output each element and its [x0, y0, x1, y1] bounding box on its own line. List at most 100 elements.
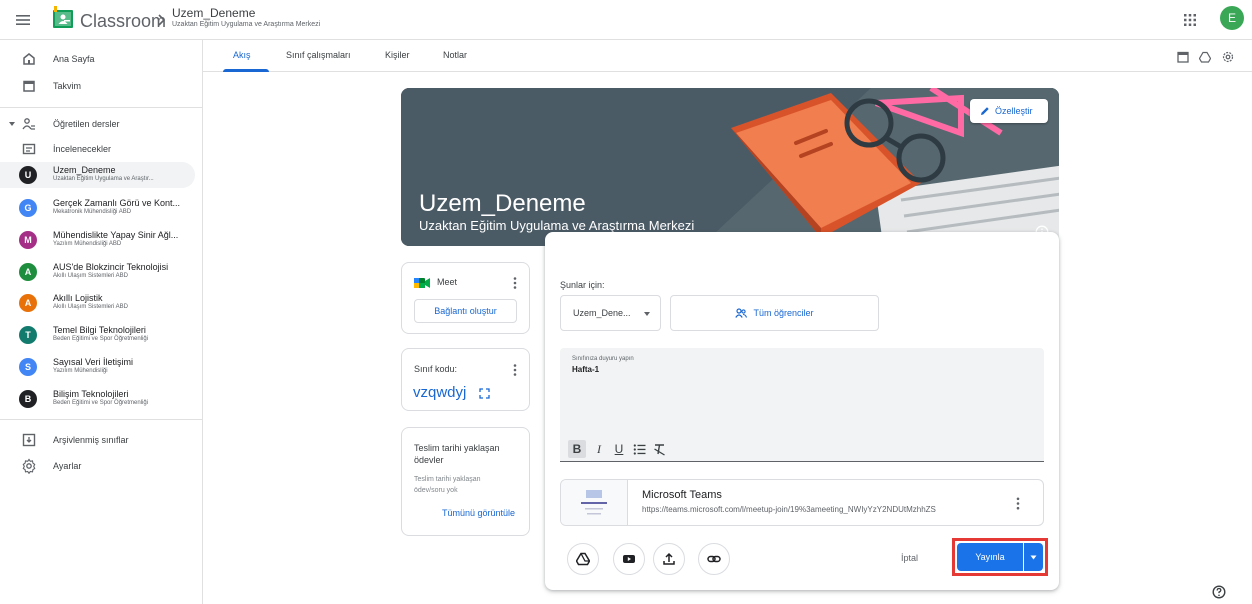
announcement-composer: Şunlar için: Uzem_Dene... Tüm öğrenciler…: [545, 232, 1059, 590]
sidebar-item-home[interactable]: Ana Sayfa: [0, 45, 195, 73]
attachment-card[interactable]: Microsoft Teams https://teams.microsoft.…: [560, 479, 1044, 526]
customize-button[interactable]: Özelleştir: [970, 99, 1048, 123]
sidebar-course-item[interactable]: A AUS'de Blokzincir Teknolojisi Akıllı U…: [0, 259, 195, 285]
sidebar-item-settings[interactable]: Ayarlar: [0, 452, 195, 480]
active-tab-indicator: [223, 69, 269, 72]
upcoming-card: Teslim tarihi yaklaşan ödevler Teslim ta…: [401, 427, 530, 536]
account-avatar[interactable]: E: [1220, 6, 1244, 30]
tab-stream[interactable]: Akış: [233, 50, 251, 60]
underline-button[interactable]: U: [612, 440, 626, 458]
clear-formatting-icon[interactable]: [653, 443, 666, 456]
sidebar-item-archived[interactable]: Arşivlenmiş sınıflar: [0, 426, 195, 454]
add-drive-button[interactable]: [567, 543, 599, 575]
create-link-button[interactable]: Bağlantı oluştur: [414, 299, 517, 323]
more-vert-icon[interactable]: [513, 364, 517, 376]
sidebar-item-calendar[interactable]: Takvim: [0, 72, 195, 100]
caret-down-icon[interactable]: [8, 120, 16, 128]
all-students-button[interactable]: Tüm öğrenciler: [670, 295, 879, 331]
course-avatar: A: [19, 294, 37, 312]
textarea-value: Hafta-1: [572, 365, 600, 374]
announcement-textarea[interactable]: Sınıfınıza duyuru yapın Hafta-1 B I U: [560, 348, 1044, 462]
sidebar-item-label: Arşivlenmiş sınıflar: [53, 435, 129, 445]
top-bar: Classroom Uzem_Deneme Uzaktan Eğitim Uyg…: [0, 0, 1252, 40]
attachment-thumbnail: [561, 480, 628, 525]
textarea-placeholder: Sınıfınıza duyuru yapın: [572, 356, 634, 362]
course-section: Mekatronik Mühendisliği ABD: [53, 209, 132, 215]
course-name: Gerçek Zamanlı Görü ve Kont...: [53, 198, 181, 208]
sidebar-item-label: Öğretilen dersler: [53, 119, 120, 129]
course-avatar: T: [19, 326, 37, 344]
customize-label: Özelleştir: [995, 106, 1033, 116]
header-course-title[interactable]: Uzem_Deneme: [172, 6, 255, 20]
course-section: Yazılım Mühendisliği ABD: [53, 241, 122, 247]
gear-icon[interactable]: [1222, 51, 1234, 63]
drive-icon[interactable]: [1199, 51, 1211, 63]
upcoming-title: Teslim tarihi yaklaşan ödevler: [414, 443, 500, 465]
add-link-button[interactable]: [698, 543, 730, 575]
review-folder-icon: [22, 143, 36, 155]
sidebar-item-label: Ana Sayfa: [53, 54, 95, 64]
course-name: Akıllı Lojistik: [53, 293, 103, 303]
view-all-link[interactable]: Tümünü görüntüle: [442, 508, 515, 518]
publish-options-button[interactable]: [1024, 543, 1043, 571]
publish-button[interactable]: Yayınla: [957, 543, 1023, 571]
tab-people[interactable]: Kişiler: [385, 50, 410, 60]
sidebar-course-item[interactable]: A Akıllı Lojistik Akıllı Ulaşım Sistemle…: [0, 290, 195, 316]
divider: [0, 107, 203, 108]
sidebar-item-label: Ayarlar: [53, 461, 82, 471]
course-name: Uzem_Deneme: [53, 165, 116, 175]
more-vert-icon[interactable]: [513, 277, 517, 289]
course-banner: Uzem_Deneme Uzaktan Eğitim Uygulama ve A…: [401, 88, 1059, 246]
course-section: Beden Eğitimi ve Spor Öğretmenliği: [53, 336, 149, 342]
sidebar-item-taught-classes[interactable]: Öğretilen dersler: [0, 110, 195, 138]
help-icon[interactable]: [1212, 585, 1226, 599]
course-avatar: B: [19, 390, 37, 408]
upcoming-empty: Teslim tarihi yaklaşan ödev/soru yok: [414, 476, 481, 494]
app-name[interactable]: Classroom: [80, 11, 166, 32]
chevron-right-icon: [158, 14, 166, 26]
pencil-icon: [981, 107, 989, 115]
sidebar: Ana Sayfa Takvim Öğretilen dersler İncel…: [0, 40, 203, 604]
header-course-subtitle: Uzaktan Eğitim Uygulama ve Araştırma Mer…: [172, 21, 321, 28]
people-icon: [22, 118, 35, 130]
course-avatar: G: [19, 199, 37, 217]
fullscreen-icon[interactable]: [479, 388, 490, 399]
add-youtube-button[interactable]: [613, 543, 645, 575]
italic-button[interactable]: I: [592, 440, 606, 458]
course-name: Sayısal Veri İletişimi: [53, 357, 134, 367]
course-avatar: U: [19, 166, 37, 184]
calendar-icon: [23, 80, 35, 92]
sidebar-item-label: İncelenecekler: [53, 144, 112, 154]
sidebar-course-item[interactable]: T Temel Bilgi Teknolojileri Beden Eğitim…: [0, 322, 195, 348]
cancel-button[interactable]: İptal: [901, 553, 918, 563]
class-code-card: Sınıf kodu: vzqwdyj: [401, 348, 530, 411]
link-icon: [707, 555, 721, 563]
tab-classwork[interactable]: Sınıf çalışmaları: [286, 50, 351, 60]
attachment-url: https://teams.microsoft.com/l/meetup-joi…: [642, 505, 936, 514]
home-icon: [23, 53, 35, 65]
people-icon: [735, 308, 748, 318]
teams-thumbnail-icon: [581, 490, 607, 515]
all-students-label: Tüm öğrenciler: [753, 308, 814, 318]
sidebar-course-item[interactable]: M Mühendislikte Yapay Sinir Ağl... Yazıl…: [0, 227, 195, 253]
more-vert-icon[interactable]: [1016, 497, 1020, 510]
bold-button[interactable]: B: [568, 440, 586, 458]
upload-icon: [663, 552, 675, 565]
course-name: Mühendislikte Yapay Sinir Ağl...: [53, 230, 179, 240]
banner-title[interactable]: Uzem_Deneme: [419, 190, 586, 218]
classroom-logo-icon[interactable]: [52, 6, 74, 32]
sidebar-course-item[interactable]: G Gerçek Zamanlı Görü ve Kont... Mekatro…: [0, 195, 195, 221]
class-select[interactable]: Uzem_Dene...: [560, 295, 661, 331]
bulleted-list-icon[interactable]: [633, 443, 646, 456]
upload-button[interactable]: [653, 543, 685, 575]
meet-card: Meet Bağlantı oluştur: [401, 262, 530, 334]
hamburger-menu-icon[interactable]: [14, 11, 32, 29]
sidebar-course-item[interactable]: U Uzem_Deneme Uzaktan Eğitim Uygulama ve…: [0, 162, 195, 188]
sidebar-item-to-review[interactable]: İncelenecekler: [0, 135, 195, 163]
google-apps-icon[interactable]: [1180, 10, 1200, 30]
tab-grades[interactable]: Notlar: [443, 50, 467, 60]
sidebar-course-item[interactable]: B Bilişim Teknolojileri Beden Eğitimi ve…: [0, 386, 195, 412]
sidebar-course-item[interactable]: S Sayısal Veri İletişimi Yazılım Mühendi…: [0, 354, 195, 380]
calendar-icon[interactable]: [1177, 51, 1189, 63]
drive-icon: [576, 552, 590, 566]
